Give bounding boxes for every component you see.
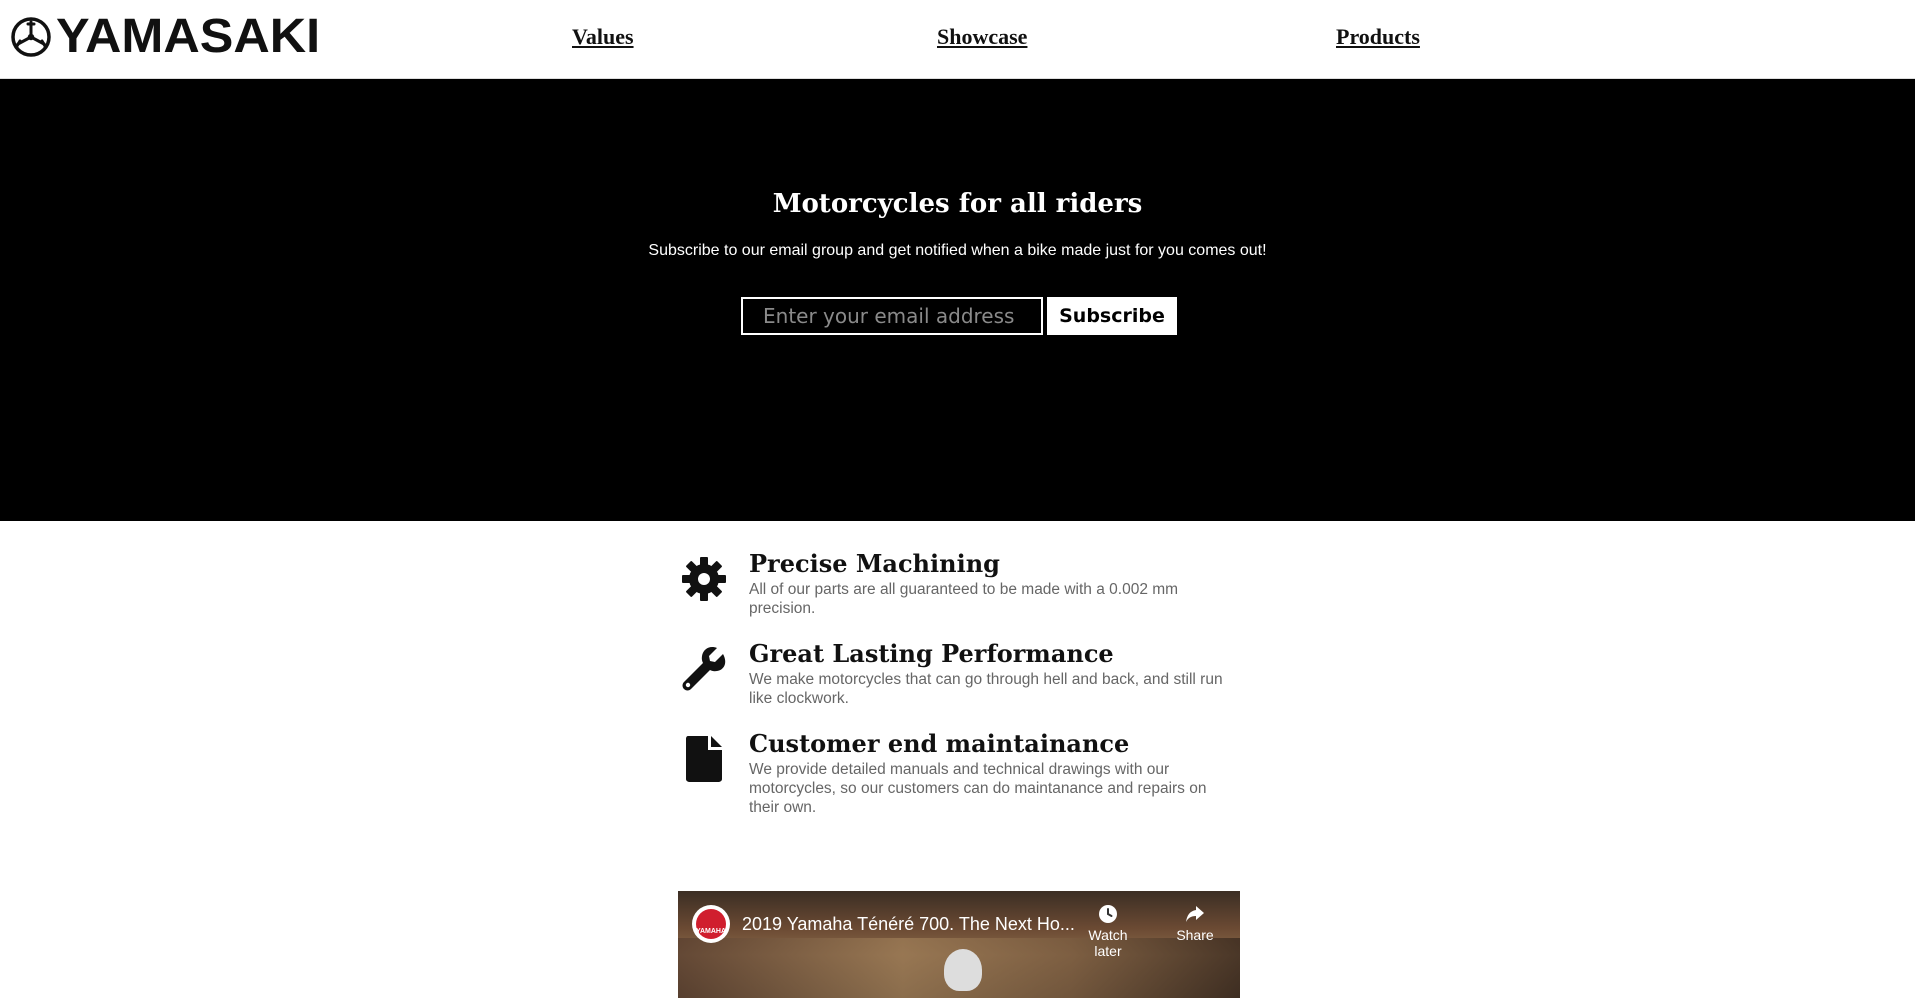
- nav-link-showcase[interactable]: Showcase: [937, 24, 1027, 50]
- feature-description: All of our parts are all guaranteed to b…: [749, 581, 1179, 617]
- share-button[interactable]: Share: [1170, 903, 1220, 943]
- hero-subtitle: Subscribe to our email group and get not…: [648, 242, 1267, 259]
- channel-avatar[interactable]: YAMAHA: [692, 905, 730, 943]
- file-icon: [678, 729, 730, 789]
- feature-title: Customer end maintainance: [749, 729, 1130, 758]
- nav-link-values[interactable]: Values: [572, 24, 634, 50]
- feature-description: We make motorcycles that can go through …: [749, 671, 1223, 707]
- logo[interactable]: YAMASAKI: [10, 13, 320, 61]
- feature-title: Precise Machining: [749, 549, 1000, 578]
- email-input[interactable]: [741, 297, 1043, 335]
- clock-icon: [1099, 905, 1117, 923]
- page: YAMASAKI Values Showcase Products Motorc…: [0, 0, 1915, 998]
- video-embed[interactable]: YAMAHA 2019 Yamaha Ténéré 700. The Next …: [678, 891, 1240, 998]
- wrench-icon: [678, 639, 730, 699]
- feature-title: Great Lasting Performance: [749, 639, 1114, 668]
- share-icon: [1186, 906, 1204, 922]
- video-title[interactable]: 2019 Yamaha Ténéré 700. The Next Ho...: [742, 914, 1075, 935]
- gear-icon: [678, 549, 730, 609]
- hero-title: Motorcycles for all riders: [772, 189, 1143, 219]
- watch-later-button[interactable]: Watch later: [1078, 903, 1138, 959]
- site-header: YAMASAKI Values Showcase Products: [0, 0, 1915, 79]
- share-label: Share: [1176, 927, 1214, 943]
- feature-description: We provide detailed manuals and technica…: [749, 761, 1207, 816]
- rider-helmet: [944, 949, 982, 991]
- brand-name: YAMASAKI: [56, 10, 321, 63]
- subscribe-button[interactable]: Subscribe: [1047, 297, 1177, 335]
- channel-logo: YAMAHA: [696, 909, 726, 939]
- hero-section: Motorcycles for all riders Subscribe to …: [0, 79, 1915, 521]
- watch-later-label: Watch later: [1088, 927, 1128, 959]
- nav-link-products[interactable]: Products: [1336, 24, 1420, 50]
- tuning-fork-logo-icon: [11, 17, 51, 57]
